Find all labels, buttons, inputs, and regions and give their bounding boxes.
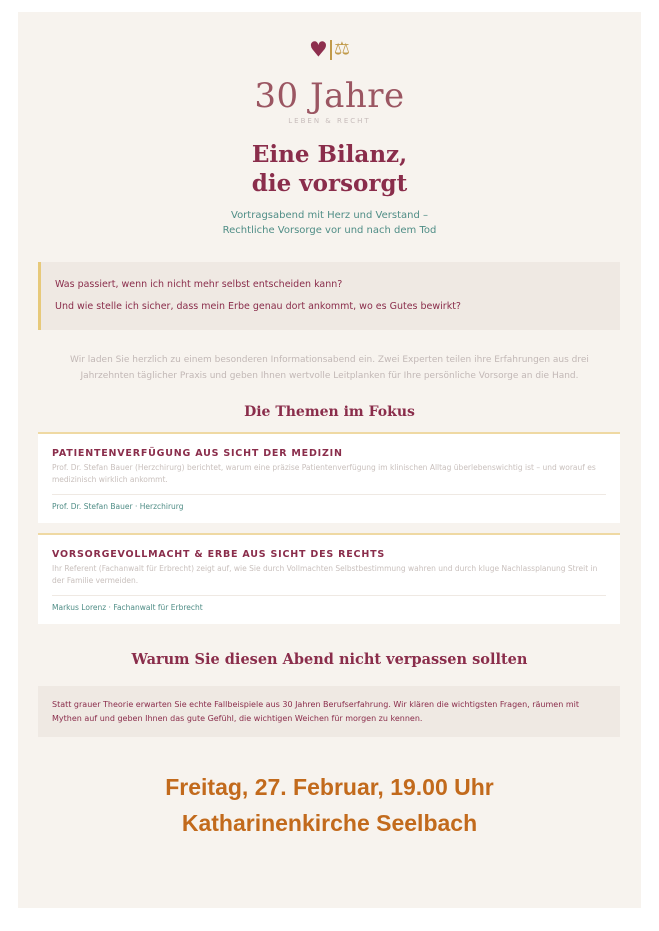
topic-speaker: Markus Lorenz · Fachanwalt für Erbrecht bbox=[52, 603, 203, 612]
main-heading-line-2: die vorsorgt bbox=[251, 170, 408, 197]
topic-description: Prof. Dr. Stefan Bauer (Herzchirurg) ber… bbox=[52, 463, 596, 484]
anniversary-title: 30 Jahre bbox=[254, 76, 405, 116]
question-2: Und wie stelle ich sicher, dass mein Erb… bbox=[55, 301, 461, 312]
question-1: Was passiert, wenn ich nicht mehr selbst… bbox=[55, 279, 343, 290]
tagline-line-1: Vortragsabend mit Herz und Verstand – bbox=[231, 210, 428, 221]
question-box: Was passiert, wenn ich nicht mehr selbst… bbox=[38, 262, 620, 330]
topic-description: Ihr Referent (Fachanwalt für Erbrecht) z… bbox=[52, 564, 598, 585]
flyer-page: ♥ ⚖ 30 Jahre LEBEN & RECHT Eine Bilanz, d… bbox=[18, 12, 641, 908]
topic-card: PATIENTENVERFÜGUNG AUS SICHT DER MEDIZIN… bbox=[38, 432, 620, 523]
why-text: Statt grauer Theorie erwarten Sie echte … bbox=[38, 686, 620, 737]
event-location: Katharinenkirche Seelbach bbox=[181, 810, 478, 836]
topic-divider bbox=[52, 494, 606, 495]
topic-speaker: Prof. Dr. Stefan Bauer · Herzchirurg bbox=[52, 502, 184, 511]
main-heading-line-1: Eine Bilanz, bbox=[251, 141, 408, 168]
topic-divider bbox=[52, 595, 606, 596]
main-heading: Eine Bilanz, die vorsorgt bbox=[18, 140, 641, 198]
tagline-line-2: Rechtliche Vorsorge vor und nach dem Tod bbox=[222, 225, 437, 236]
topic-card: VORSORGEVOLLMACHT & ERBE AUS SICHT DES R… bbox=[38, 533, 620, 624]
heart-icon: ♥ bbox=[309, 37, 328, 62]
logo: ♥ ⚖ bbox=[18, 34, 641, 64]
event-info: Freitag, 27. Februar, 19.00 Uhr Katharin… bbox=[18, 769, 641, 841]
topic-title: VORSORGEVOLLMACHT & ERBE AUS SICHT DES R… bbox=[52, 549, 385, 560]
logo-divider bbox=[329, 39, 332, 60]
topics-heading: Die Themen im Fokus bbox=[244, 404, 415, 420]
intro-text: Wir laden Sie herzlich zu einem besonder… bbox=[70, 355, 589, 381]
why-heading: Warum Sie diesen Abend nicht verpassen s… bbox=[131, 651, 528, 668]
scale-icon: ⚖ bbox=[333, 38, 350, 60]
event-date: Freitag, 27. Februar, 19.00 Uhr bbox=[165, 774, 494, 800]
topic-title: PATIENTENVERFÜGUNG AUS SICHT DER MEDIZIN bbox=[52, 448, 343, 459]
tagline: Vortragsabend mit Herz und Verstand – Re… bbox=[18, 208, 641, 238]
anniversary-subtitle: LEBEN & RECHT bbox=[288, 117, 371, 125]
